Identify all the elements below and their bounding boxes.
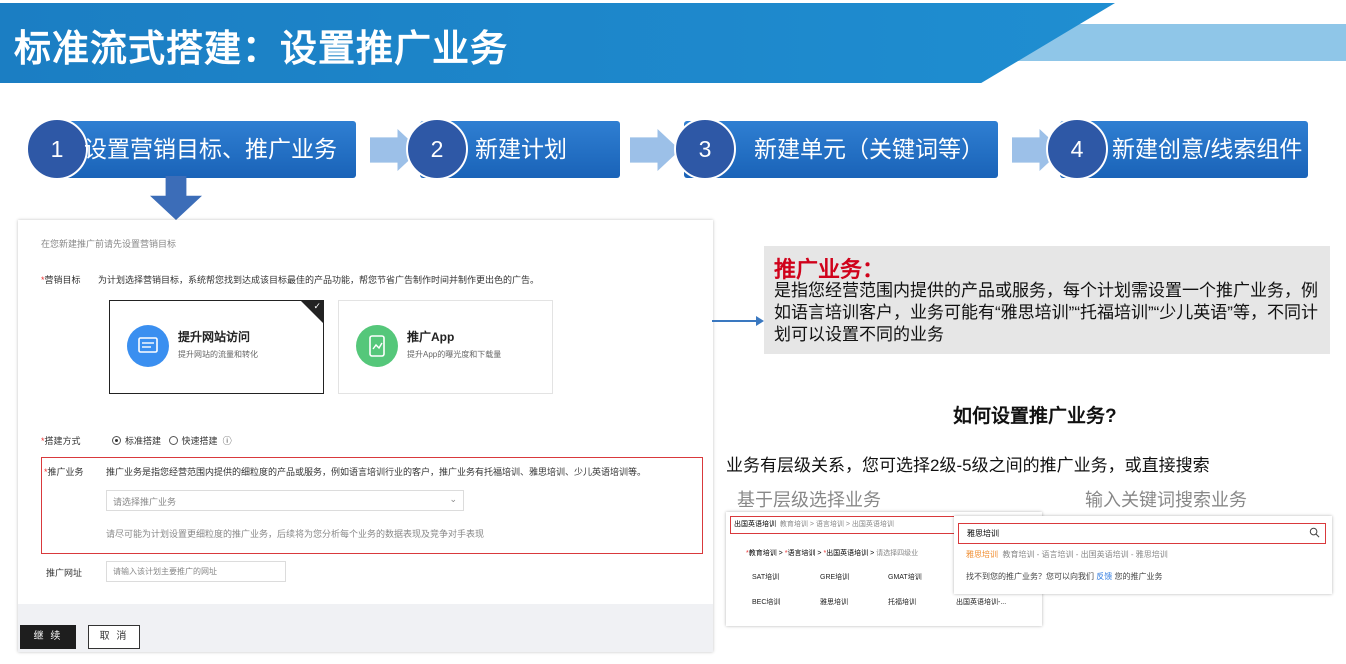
levels-text: 业务有层级关系，您可选择2级-5级之间的推广业务，或直接搜索 xyxy=(726,456,1210,475)
tag-ielts[interactable]: 雅思培训 xyxy=(820,597,848,607)
search-notfound: 找不到您的推广业务？您可以向我们 反馈 您的推广业务 xyxy=(966,571,1162,582)
build-label: *搭建方式 xyxy=(41,436,81,446)
tag-sat[interactable]: SAT培训 xyxy=(752,572,779,582)
hierarchy-breadcrumb[interactable]: 出国英语培训 教育培训 > 语言培训 > 出国英语培训 xyxy=(730,516,968,534)
step-2-label: 新建计划 xyxy=(475,136,567,162)
step-arrow-2 xyxy=(630,129,680,171)
goal-title-app: 推广App xyxy=(407,330,455,344)
step-2-number: 2 xyxy=(406,118,468,180)
check-icon: ✓ xyxy=(313,301,321,311)
notfound-suffix: 您的推广业务 xyxy=(1114,572,1163,581)
radio-quick[interactable]: 快速搭建 xyxy=(168,436,218,446)
breadcrumb-selected: 出国英语培训 xyxy=(734,521,776,528)
how-title: 如何设置推广业务? xyxy=(953,406,1117,427)
url-label: 推广网址 xyxy=(46,568,83,578)
continue-button[interactable]: 继 续 xyxy=(20,625,76,649)
step-1-number: 1 xyxy=(26,118,88,180)
business-label: *推广业务 xyxy=(44,467,84,477)
chevron-down-icon: ⌄ xyxy=(449,494,457,504)
business-search: 雅思培训 雅思培训 教育培训 - 语言培训 - 出国英语培训 - 雅思培训 找不… xyxy=(954,516,1332,594)
tag-bec[interactable]: BEC培训 xyxy=(752,597,780,607)
step-3-number: 3 xyxy=(674,118,736,180)
radio-standard[interactable]: 标准搭建 xyxy=(112,436,161,446)
step-4-number: 4 xyxy=(1046,118,1108,180)
step-3-label: 新建单元（关键词等） xyxy=(754,136,984,162)
suggestion-path: 教育培训 - 语言培训 - 出国英语培训 - 雅思培训 xyxy=(1002,550,1168,559)
search-query: 雅思培训 xyxy=(967,529,999,538)
suggestion-highlight: 雅思培训 xyxy=(966,550,998,559)
phone-icon xyxy=(356,325,398,367)
page-title: 标准流式搭建：设置推广业务 xyxy=(14,28,508,69)
url-input-placeholder: 请输入该计划主要推广的网址 xyxy=(113,567,217,576)
goal-title-website: 提升网站访问 xyxy=(178,330,251,344)
notfound-prefix: 找不到您的推广业务？您可以向我们 xyxy=(966,572,1094,581)
pointer-arrow xyxy=(712,316,764,326)
radio-off-icon xyxy=(168,436,178,445)
goal-label: *营销目标 xyxy=(41,275,81,285)
definition-text: 是指您经营范围内提供的产品或服务，每个计划需设置一个推广业务，例如语言培训客户，… xyxy=(774,281,1318,344)
cancel-button[interactable]: 取 消 xyxy=(88,625,140,649)
tag-other[interactable]: 出国英语培训-... xyxy=(956,597,1006,607)
form-hint: 在您新建推广前请先设置营销目标 xyxy=(41,239,177,249)
step-4-label: 新建创意/线索组件 xyxy=(1112,136,1303,162)
goal-desc-app: 提升App的曝光度和下载量 xyxy=(407,350,502,359)
step-1-label: 设置营销目标、推广业务 xyxy=(84,136,337,162)
level-3[interactable]: 出国英语培训 xyxy=(826,550,868,557)
help-icon[interactable]: ⓘ xyxy=(220,436,232,446)
level-1[interactable]: 教育培训 xyxy=(749,550,777,557)
search-caption: 输入关键词搜索业务 xyxy=(1085,490,1247,510)
goal-card-website[interactable]: ✓ 提升网站访问 提升网站的流量和转化 xyxy=(109,300,324,394)
level-4-placeholder[interactable]: 请选择四级业 xyxy=(876,550,918,557)
tag-gmat[interactable]: GMAT培训 xyxy=(888,572,922,582)
definition-box: 推广业务： 是指您经营范围内提供的产品或服务，每个计划需设置一个推广业务，例如语… xyxy=(764,246,1330,354)
business-select-placeholder: 请选择推广业务 xyxy=(113,497,177,507)
monitor-icon xyxy=(127,325,169,367)
feedback-link[interactable]: 反馈 xyxy=(1096,572,1112,581)
tag-gre[interactable]: GRE培训 xyxy=(820,572,849,582)
radio-on-icon xyxy=(112,436,121,445)
campaign-form: 在您新建推广前请先设置营销目标 *营销目标 为计划选择营销目标，系统帮您找到达成… xyxy=(18,220,713,652)
step-3: 3 新建单元（关键词等） xyxy=(674,118,998,180)
search-input[interactable]: 雅思培训 xyxy=(958,523,1326,544)
step-4: 4 新建创意/线索组件 xyxy=(1046,118,1308,180)
url-input[interactable]: 请输入该计划主要推广的网址 xyxy=(106,561,286,582)
search-icon[interactable] xyxy=(1309,527,1320,538)
build-options: 标准搭建 快速搭建 ⓘ xyxy=(112,434,232,447)
hierarchy-caption: 基于层级选择业务 xyxy=(737,490,881,510)
goal-card-app[interactable]: 推广App 提升App的曝光度和下载量 xyxy=(338,300,553,394)
goal-description: 为计划选择营销目标，系统帮您找到达成该目标最佳的产品功能，帮您节省广告制作时间并… xyxy=(98,275,540,285)
breadcrumb-path: 教育培训 > 语言培训 > 出国英语培训 xyxy=(779,521,894,528)
business-description: 推广业务是指您经营范围内提供的细粒度的产品或服务，例如语言培训行业的客户，推广业… xyxy=(106,467,647,477)
goal-desc-website: 提升网站的流量和转化 xyxy=(178,350,258,359)
step-2: 2 新建计划 xyxy=(406,118,620,180)
step-1: 1 设置营销目标、推广业务 xyxy=(26,118,356,180)
business-note: 请尽可能为计划设置更细粒度的推广业务，后续将为您分析每个业务的数据表现及竞争对手… xyxy=(106,529,485,539)
level-2[interactable]: 语言培训 xyxy=(787,550,815,557)
business-select[interactable]: 请选择推广业务 ⌄ xyxy=(106,490,464,511)
hierarchy-levels: *教育培训 > *语言培训 > *出国英语培训 > 请选择四级业 xyxy=(746,550,919,557)
search-suggestion[interactable]: 雅思培训 教育培训 - 语言培训 - 出国英语培训 - 雅思培训 xyxy=(966,549,1168,560)
tag-toefl[interactable]: 托福培训 xyxy=(888,597,916,607)
down-arrow xyxy=(150,176,202,220)
slide: 标准流式搭建：设置推广业务 1 设置营销目标、推广业务 2 新建计划 3 新建单… xyxy=(0,0,1346,664)
